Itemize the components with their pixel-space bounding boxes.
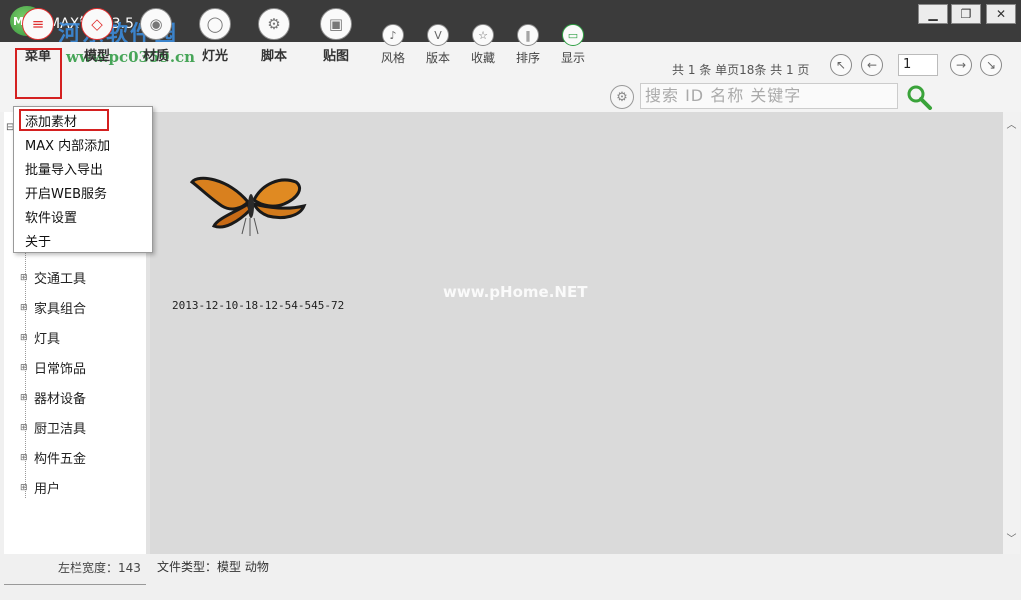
status-bar <box>0 554 1021 600</box>
sidebar-item-decor[interactable]: ⊞ 日常饰品 <box>20 358 86 377</box>
style-label: 风格 <box>380 51 405 65</box>
sidebar-item-hardware[interactable]: ⊞ 构件五金 <box>20 448 86 467</box>
sidebar-item-label: 器材设备 <box>34 392 87 407</box>
sidebar-item-label: 构件五金 <box>34 452 87 467</box>
sidebar-item-label: 日常饰品 <box>34 362 87 377</box>
prev-page-button[interactable]: ← <box>861 54 883 76</box>
version-button[interactable]: V 版本 <box>418 24 458 66</box>
search-settings-icon[interactable]: ⚙ <box>610 85 634 109</box>
expand-icon[interactable]: ⊞ <box>20 303 34 313</box>
menu-item-highlight <box>19 109 109 131</box>
search-input[interactable]: 搜索 ID 名称 关键字 <box>640 83 898 109</box>
thumbnail-caption: 2013-12-10-18-12-54-545-72 <box>172 299 345 312</box>
menu-item-settings[interactable]: 软件设置 <box>25 207 77 226</box>
sort-button[interactable]: ‖ 排序 <box>508 24 548 66</box>
sidebar-item-label: 家具组合 <box>34 302 87 317</box>
monitor-icon: ▭ <box>562 24 584 46</box>
menu-item-web-service[interactable]: 开启WEB服务 <box>25 183 107 202</box>
menu-item-about[interactable]: 关于 <box>25 231 51 250</box>
menu-item-max-internal-add[interactable]: MAX 内部添加 <box>25 135 110 154</box>
favorites-button[interactable]: ☆ 收藏 <box>463 24 503 66</box>
expand-icon[interactable]: ⊞ <box>20 273 34 283</box>
version-label: 版本 <box>425 51 450 65</box>
scroll-down-icon[interactable]: ﹀ <box>1003 530 1020 545</box>
next-page-button[interactable]: → <box>950 54 972 76</box>
model-button[interactable]: ◇ 模型 <box>74 8 120 64</box>
sidebar-item-label: 交通工具 <box>34 272 87 287</box>
sidebar-item-user[interactable]: ⊞ 用户 <box>20 478 60 497</box>
light-button[interactable]: ◯ 灯光 <box>192 8 238 64</box>
expand-icon[interactable]: ⊞ <box>20 363 34 373</box>
favorites-label: 收藏 <box>470 51 495 65</box>
style-button[interactable]: ♪ 风格 <box>373 24 413 66</box>
texture-button[interactable]: ▣ 贴图 <box>313 8 359 64</box>
expand-icon[interactable]: ⊞ <box>20 393 34 403</box>
texture-label: 贴图 <box>322 49 349 64</box>
butterfly-thumbnail[interactable] <box>188 168 312 244</box>
maximize-button[interactable]: ❐ <box>951 4 981 24</box>
pager-info: 共 1 条 单页18条 共 1 页 <box>672 63 810 77</box>
light-label: 灯光 <box>201 49 228 64</box>
scroll-up-icon[interactable]: ︿ <box>1003 116 1020 131</box>
expand-icon[interactable]: ⊞ <box>20 333 34 343</box>
material-button[interactable]: ◉ 材质 <box>133 8 179 64</box>
sort-label: 排序 <box>515 51 540 65</box>
sidebar-item-label: 用户 <box>34 482 61 497</box>
file-type-status: 文件类型：模型 动物 <box>157 560 269 574</box>
menu-item-batch-import-export[interactable]: 批量导入导出 <box>25 159 103 178</box>
sidebar-width-status: 左栏宽度：143 <box>58 561 141 575</box>
script-button[interactable]: ⚙ 脚本 <box>251 8 297 64</box>
overlay-watermark: www.pHome.NET <box>443 283 588 301</box>
sidebar-item-furniture[interactable]: ⊞ 家具组合 <box>20 298 86 317</box>
expand-icon[interactable]: ⊞ <box>20 483 34 493</box>
sidebar-item-equipment[interactable]: ⊞ 器材设备 <box>20 388 86 407</box>
menu-button-highlight <box>15 48 62 99</box>
sidebar-item-transport[interactable]: ⊞ 交通工具 <box>20 268 86 287</box>
display-button[interactable]: ▭ 显示 <box>553 24 593 66</box>
cube-icon: ◇ <box>81 8 113 40</box>
display-label: 显示 <box>560 51 585 65</box>
status-divider <box>4 584 146 585</box>
search-icon[interactable] <box>905 84 933 110</box>
image-icon: ▣ <box>320 8 352 40</box>
last-page-button[interactable]: ↘ <box>980 54 1002 76</box>
page-number-input[interactable]: 1 <box>898 54 938 76</box>
material-icon: ◉ <box>140 8 172 40</box>
version-icon: V <box>427 24 449 46</box>
vertical-scrollbar[interactable]: ︿ ﹀ <box>1003 112 1020 554</box>
sidebar-item-label: 厨卫洁具 <box>34 422 87 437</box>
bulb-icon: ◯ <box>199 8 231 40</box>
script-label: 脚本 <box>260 49 287 64</box>
minimize-button[interactable]: ▁ <box>918 4 948 24</box>
expand-icon[interactable]: ⊞ <box>20 453 34 463</box>
close-button[interactable]: ✕ <box>986 4 1016 24</box>
first-page-button[interactable]: ↖ <box>830 54 852 76</box>
main-menu-dropdown: 添加素材 MAX 内部添加 批量导入导出 开启WEB服务 软件设置 关于 <box>13 106 153 253</box>
model-label: 模型 <box>83 49 110 64</box>
sidebar-item-lamps[interactable]: ⊞ 灯具 <box>20 328 60 347</box>
menu-icon: ≡ <box>22 8 54 40</box>
star-icon: ☆ <box>472 24 494 46</box>
sidebar-item-bathroom[interactable]: ⊞ 厨卫洁具 <box>20 418 86 437</box>
pause-icon: ‖ <box>517 24 539 46</box>
sidebar-item-label: 灯具 <box>34 332 61 347</box>
music-note-icon: ♪ <box>382 24 404 46</box>
material-label: 材质 <box>142 49 169 64</box>
gear-icon: ⚙ <box>258 8 290 40</box>
expand-icon[interactable]: ⊞ <box>20 423 34 433</box>
